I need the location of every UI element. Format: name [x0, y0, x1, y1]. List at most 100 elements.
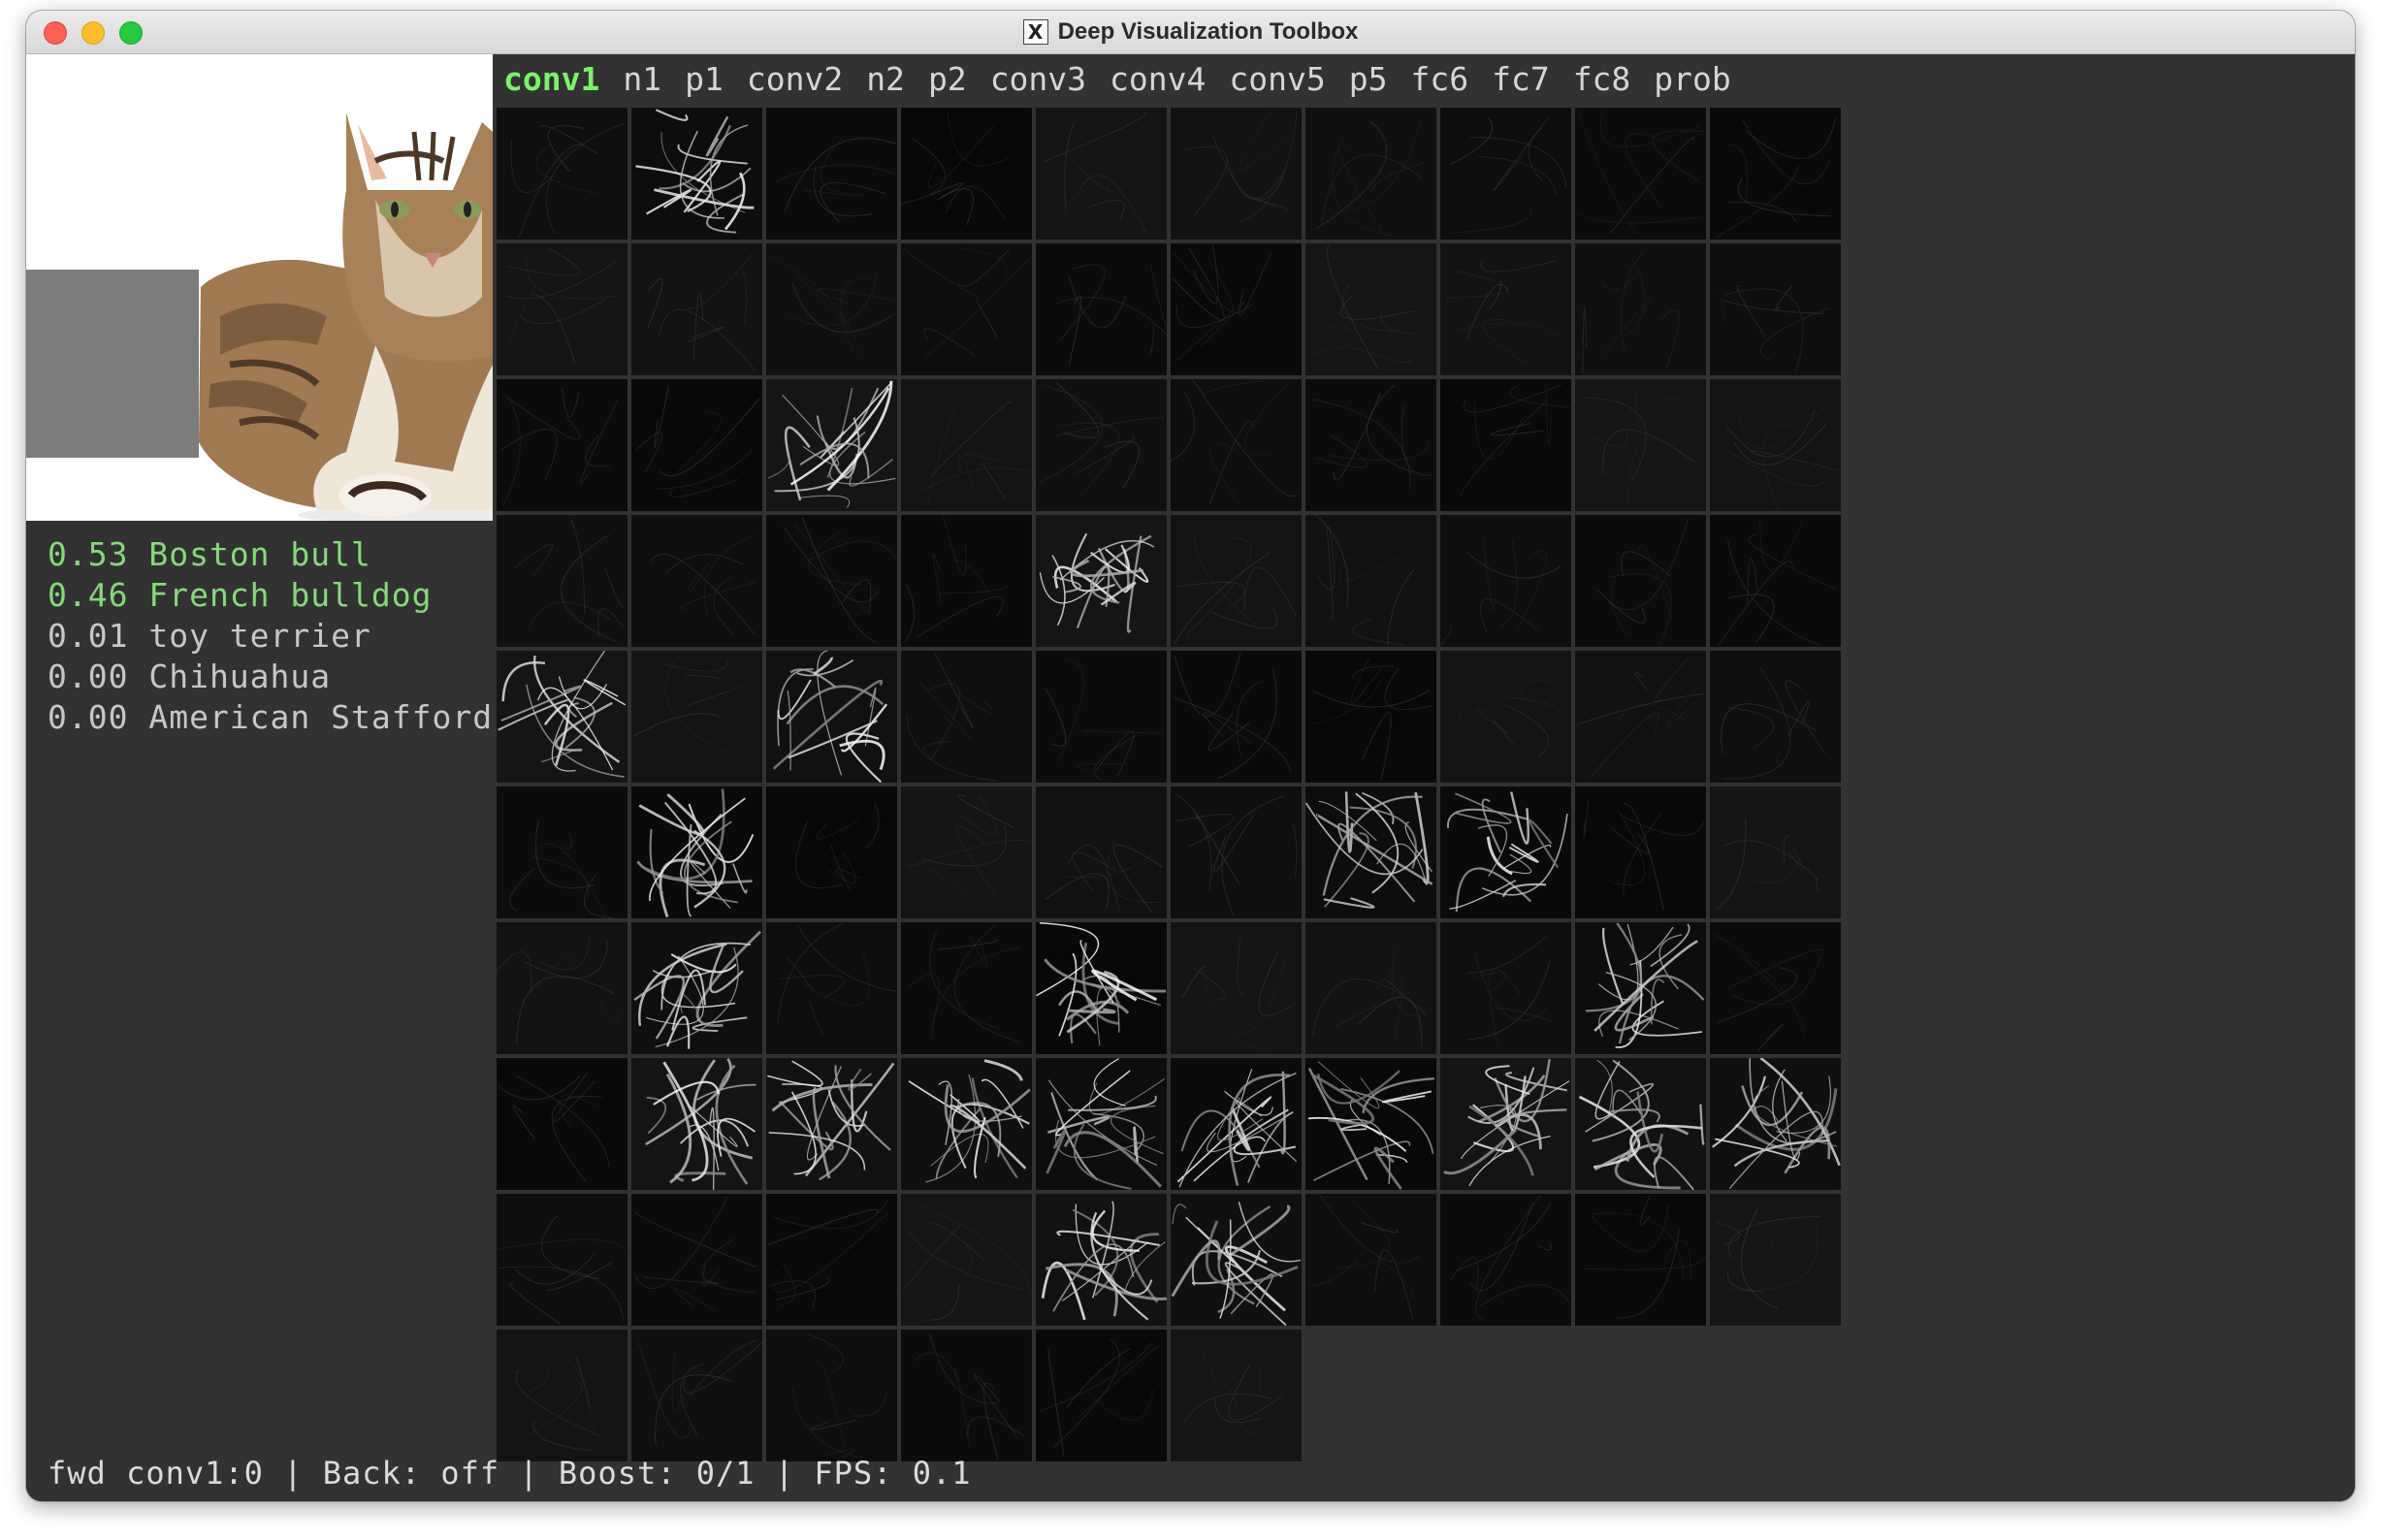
activation-cell[interactable]	[766, 922, 897, 1054]
activation-cell[interactable]	[766, 108, 897, 240]
activation-cell[interactable]	[1036, 1194, 1167, 1326]
activation-cell[interactable]	[631, 379, 762, 511]
activation-cell[interactable]	[1171, 786, 1302, 918]
activation-cell[interactable]	[1171, 1194, 1302, 1326]
activation-cell[interactable]	[631, 651, 762, 783]
layer-tab-fc6[interactable]: fc6	[1410, 58, 1468, 101]
activation-cell[interactable]	[901, 651, 1032, 783]
activation-cell[interactable]	[631, 243, 762, 375]
activation-cell[interactable]	[497, 108, 628, 240]
activation-cell[interactable]	[497, 379, 628, 511]
activation-cell[interactable]	[766, 379, 897, 511]
layer-tab-conv2[interactable]: conv2	[747, 58, 843, 101]
activation-cell[interactable]	[1305, 651, 1436, 783]
activation-cell[interactable]	[766, 1058, 897, 1190]
activation-cell[interactable]	[1305, 922, 1436, 1054]
activation-cell[interactable]	[631, 1058, 762, 1190]
activation-cell[interactable]	[1305, 108, 1436, 240]
activation-cell[interactable]	[497, 1330, 628, 1461]
activation-cell[interactable]	[1036, 922, 1167, 1054]
activation-cell[interactable]	[1575, 515, 1706, 647]
activation-cell[interactable]	[1440, 243, 1571, 375]
activation-cell[interactable]	[1710, 651, 1841, 783]
activation-cell[interactable]	[1575, 651, 1706, 783]
activation-cell[interactable]	[766, 243, 897, 375]
activation-cell[interactable]	[1710, 379, 1841, 511]
layer-tab-conv1[interactable]: conv1	[503, 58, 599, 101]
activation-cell[interactable]	[1305, 515, 1436, 647]
activation-cell[interactable]	[631, 108, 762, 240]
activation-cell[interactable]	[1440, 786, 1571, 918]
activation-cell[interactable]	[1575, 1194, 1706, 1326]
activation-cell[interactable]	[766, 651, 897, 783]
activation-cell[interactable]	[1710, 786, 1841, 918]
activation-cell[interactable]	[631, 1194, 762, 1326]
activation-cell[interactable]	[497, 651, 628, 783]
activation-cell[interactable]	[497, 1058, 628, 1190]
activation-cell[interactable]	[497, 922, 628, 1054]
activation-cell[interactable]	[766, 1330, 897, 1461]
activation-cell[interactable]	[1171, 379, 1302, 511]
activation-cell[interactable]	[1036, 786, 1167, 918]
activation-cell[interactable]	[1440, 1194, 1571, 1326]
activation-cell[interactable]	[1305, 243, 1436, 375]
activation-cell[interactable]	[1171, 651, 1302, 783]
activation-cell[interactable]	[901, 1330, 1032, 1461]
layer-tab-n1[interactable]: n1	[623, 58, 661, 101]
activation-cell[interactable]	[1036, 379, 1167, 511]
activation-cell[interactable]	[1305, 379, 1436, 511]
activation-cell[interactable]	[901, 243, 1032, 375]
activation-cell[interactable]	[497, 515, 628, 647]
activation-cell[interactable]	[1575, 108, 1706, 240]
activation-cell[interactable]	[1710, 1058, 1841, 1190]
activation-cell[interactable]	[1710, 243, 1841, 375]
activation-cell[interactable]	[1710, 1194, 1841, 1326]
layer-tab-fc8[interactable]: fc8	[1573, 58, 1631, 101]
layer-tab-fc7[interactable]: fc7	[1492, 58, 1550, 101]
activation-cell[interactable]	[631, 515, 762, 647]
activation-cell[interactable]	[1440, 108, 1571, 240]
activation-cell[interactable]	[1305, 786, 1436, 918]
activation-cell[interactable]	[1036, 1058, 1167, 1190]
activation-cell[interactable]	[1710, 108, 1841, 240]
activation-cell[interactable]	[901, 108, 1032, 240]
activation-cell[interactable]	[901, 379, 1032, 511]
activation-cell[interactable]	[1036, 515, 1167, 647]
activation-cell[interactable]	[631, 922, 762, 1054]
activation-cell[interactable]	[1575, 786, 1706, 918]
activation-cell[interactable]	[1305, 1194, 1436, 1326]
activation-cell[interactable]	[1440, 651, 1571, 783]
activation-cell[interactable]	[1575, 922, 1706, 1054]
occlusion-box[interactable]	[26, 270, 199, 458]
activation-cell[interactable]	[1171, 1058, 1302, 1190]
activation-cell[interactable]	[901, 786, 1032, 918]
activation-cell[interactable]	[901, 922, 1032, 1054]
title-bar[interactable]: X Deep Visualization Toolbox	[26, 11, 2355, 54]
activation-cell[interactable]	[1575, 243, 1706, 375]
activation-cell[interactable]	[1036, 651, 1167, 783]
activation-cell[interactable]	[766, 786, 897, 918]
activation-cell[interactable]	[1171, 108, 1302, 240]
activation-cell[interactable]	[1575, 379, 1706, 511]
activation-cell[interactable]	[1036, 1330, 1167, 1461]
activation-cell[interactable]	[901, 1194, 1032, 1326]
activation-cell[interactable]	[1036, 108, 1167, 240]
layer-tab-prob[interactable]: prob	[1654, 58, 1730, 101]
activation-cell[interactable]	[497, 786, 628, 918]
activation-cell[interactable]	[1171, 1330, 1302, 1461]
activation-cell[interactable]	[497, 1194, 628, 1326]
activation-cell[interactable]	[1440, 922, 1571, 1054]
activation-cell[interactable]	[1440, 379, 1571, 511]
activation-cell[interactable]	[901, 1058, 1032, 1190]
activation-cell[interactable]	[1305, 1058, 1436, 1190]
layer-tab-n2[interactable]: n2	[866, 58, 905, 101]
layer-tab-p5[interactable]: p5	[1349, 58, 1388, 101]
activation-cell[interactable]	[1036, 243, 1167, 375]
activation-cell[interactable]	[901, 515, 1032, 647]
activation-cell[interactable]	[497, 243, 628, 375]
activation-cell[interactable]	[1440, 1058, 1571, 1190]
activation-cell[interactable]	[1171, 922, 1302, 1054]
activation-cell[interactable]	[631, 786, 762, 918]
activation-cell[interactable]	[1575, 1058, 1706, 1190]
layer-tab-conv4[interactable]: conv4	[1110, 58, 1206, 101]
